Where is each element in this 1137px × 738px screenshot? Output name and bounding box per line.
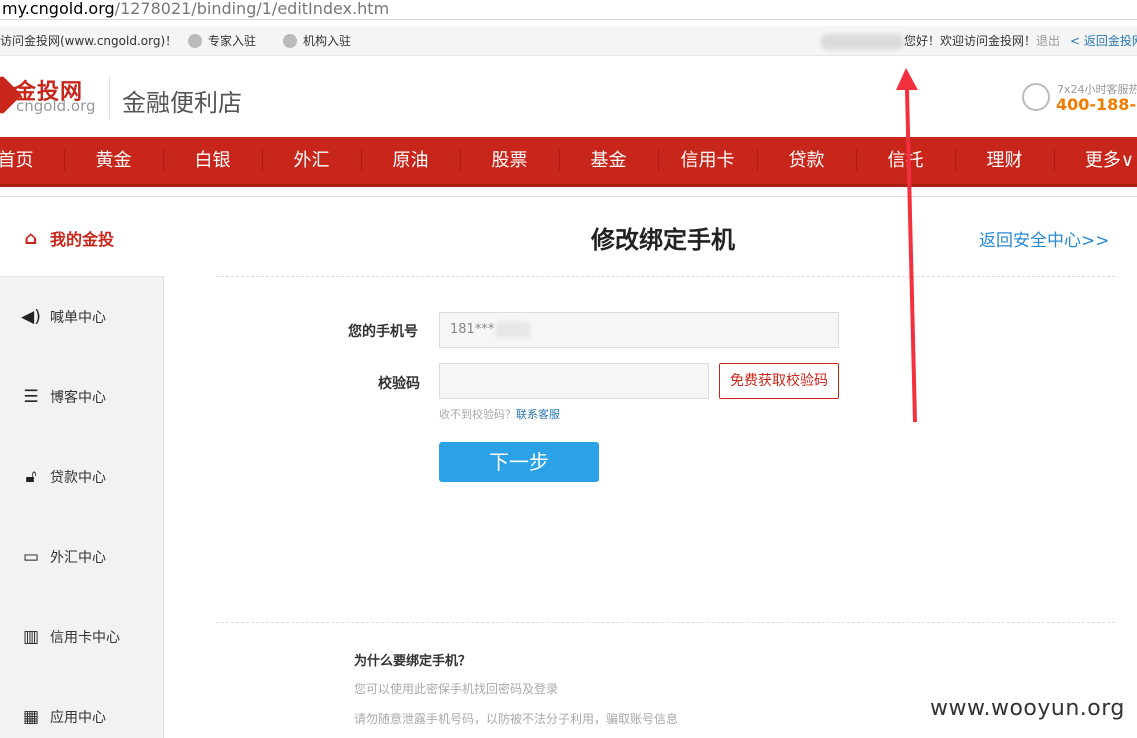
annotation-arrow-shaft [905,89,917,423]
annotation-arrow-icon [896,68,918,423]
annotation-arrow-head [896,68,918,90]
